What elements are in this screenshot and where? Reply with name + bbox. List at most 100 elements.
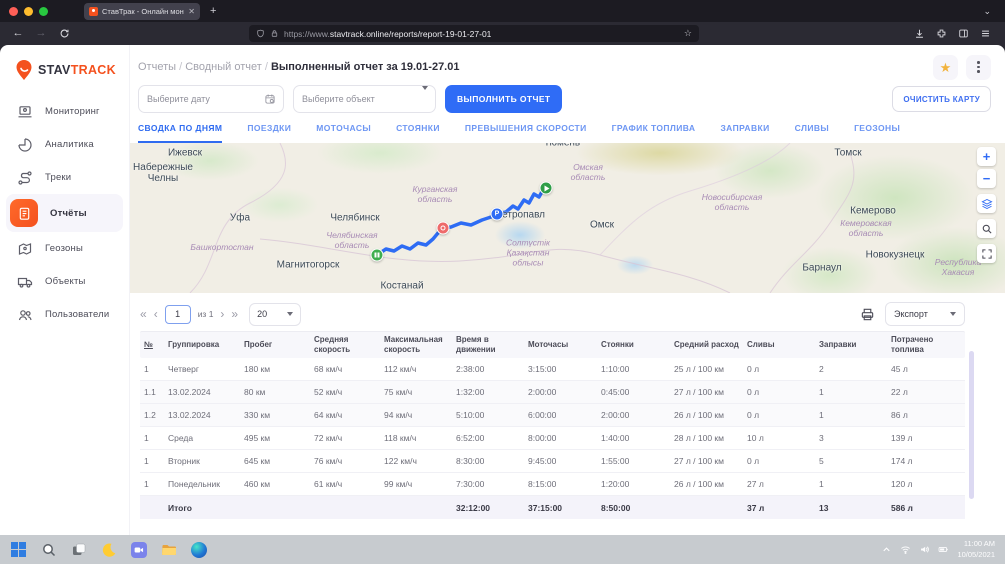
battery-icon[interactable]	[938, 544, 949, 555]
table-row[interactable]: 1Понедельник460 км61 км/ч99 км/ч7:30:008…	[140, 473, 965, 496]
table-cell: 1:40:00	[597, 433, 670, 443]
table-scrollbar[interactable]	[969, 351, 974, 499]
zoom-in-button[interactable]: +	[977, 147, 996, 166]
run-report-button[interactable]: ВЫПОЛНИТЬ ОТЧЕТ	[445, 85, 562, 113]
table-cell: 1	[140, 456, 164, 466]
taskbar-icons	[10, 541, 207, 558]
chat-icon[interactable]	[130, 541, 147, 558]
table-cell: 174 л	[887, 456, 965, 466]
downloads-icon[interactable]	[914, 28, 925, 39]
marker-stop[interactable]	[437, 222, 450, 235]
edge-icon[interactable]	[190, 541, 207, 558]
clock[interactable]: 11:00 AM 10/05/2021	[957, 539, 995, 559]
sidebar-item-geozones[interactable]: Геозоны	[0, 232, 129, 265]
page-size-select[interactable]: 20	[249, 303, 301, 326]
tab-график-топлива[interactable]: ГРАФИК ТОПЛИВА	[612, 123, 696, 143]
header-actions: ★	[933, 55, 991, 80]
minimize-window-button[interactable]	[24, 7, 33, 16]
tab-сводка-по-дням[interactable]: СВОДКА ПО ДНЯМ	[138, 123, 222, 143]
file-explorer-icon[interactable]	[160, 541, 177, 558]
column-header: Сливы	[743, 337, 815, 353]
start-icon[interactable]	[10, 541, 27, 558]
next-page-button[interactable]: ›	[220, 308, 224, 320]
map[interactable]: ИжевскНабережные ЧелныУфаЧелябинскМагнит…	[130, 143, 1005, 293]
volume-icon[interactable]	[919, 544, 930, 555]
map-search-button[interactable]	[977, 219, 996, 238]
more-options-button[interactable]	[966, 55, 991, 80]
chevron-up-icon[interactable]	[881, 544, 892, 555]
print-button[interactable]	[860, 307, 875, 322]
tab-list-chevron-icon[interactable]: ⌄	[983, 6, 991, 17]
marker-pause[interactable]	[371, 249, 384, 262]
table-cell: 76 км/ч	[310, 456, 380, 466]
last-page-button[interactable]: »	[231, 308, 238, 320]
zoom-out-button[interactable]: −	[977, 169, 996, 188]
layers-button[interactable]	[977, 194, 996, 213]
close-tab-icon[interactable]: ✕	[188, 7, 195, 16]
favorite-report-button[interactable]: ★	[933, 55, 958, 80]
fullscreen-button[interactable]	[977, 244, 996, 263]
table-cell: 28 л / 100 км	[670, 433, 743, 443]
sidebar-item-monitoring[interactable]: Мониторинг	[0, 95, 129, 128]
url-bar[interactable]: https://www.stavtrack.online/reports/rep…	[249, 25, 699, 42]
table-cell: 10 л	[743, 433, 815, 443]
table-cell: 0:45:00	[597, 387, 670, 397]
tab-поездки[interactable]: ПОЕЗДКИ	[247, 123, 291, 143]
table-total-row: Итого32:12:0037:15:008:50:0037 л13586 л	[140, 496, 965, 519]
night-light-icon[interactable]	[100, 541, 117, 558]
reload-button[interactable]	[56, 28, 72, 39]
sidebar: STAVTRACK МониторингАналитикаТрекиОтчёты…	[0, 45, 130, 535]
table-row[interactable]: 1Вторник645 км76 км/ч122 км/ч8:30:009:45…	[140, 450, 965, 473]
tab-превышения-скорости[interactable]: ПРЕВЫШЕНИЯ СКОРОСТИ	[465, 123, 587, 143]
tab-стоянки[interactable]: СТОЯНКИ	[396, 123, 440, 143]
wifi-icon[interactable]	[900, 544, 911, 555]
objects-icon	[16, 273, 33, 290]
object-select[interactable]	[293, 85, 436, 113]
search-icon[interactable]	[40, 541, 57, 558]
table-row[interactable]: 1.213.02.2024330 км64 км/ч94 км/ч5:10:00…	[140, 404, 965, 427]
table-cell: 99 км/ч	[380, 479, 452, 489]
sidebar-item-objects[interactable]: Объекты	[0, 265, 129, 298]
clear-map-button[interactable]: ОЧИСТИТЬ КАРТУ	[892, 86, 991, 112]
table-row[interactable]: 1Четверг180 км68 км/ч112 км/ч2:38:003:15…	[140, 358, 965, 381]
menu-icon[interactable]	[980, 28, 991, 39]
close-window-button[interactable]	[9, 7, 18, 16]
first-page-button[interactable]: «	[140, 308, 147, 320]
marker-play[interactable]	[540, 182, 553, 195]
layers-icon	[981, 198, 993, 210]
back-button[interactable]: ←	[10, 28, 26, 39]
taskbar: 11:00 AM 10/05/2021	[0, 535, 1005, 564]
object-input[interactable]	[294, 94, 435, 104]
bookmark-star-icon[interactable]: ☆	[684, 28, 692, 39]
sidebar-item-tracks[interactable]: Треки	[0, 161, 129, 194]
sidebar-item-reports[interactable]: Отчёты	[6, 194, 123, 232]
export-select[interactable]: Экспорт	[885, 302, 965, 326]
sidebar-item-label: Пользователи	[45, 309, 109, 320]
task-view-icon[interactable]	[70, 541, 87, 558]
table-cell: 460 км	[240, 479, 310, 489]
sidebar-item-users[interactable]: Пользователи	[0, 298, 129, 331]
table-row[interactable]: 1Среда495 км72 км/ч118 км/ч6:52:008:00:0…	[140, 427, 965, 450]
date-input[interactable]	[139, 94, 283, 104]
page-number-input[interactable]: 1	[165, 305, 191, 324]
table-row[interactable]: 1.113.02.202480 км52 км/ч75 км/ч1:32:002…	[140, 381, 965, 404]
forward-button[interactable]: →	[33, 28, 49, 39]
browser-tab[interactable]: СтавТрак - Онлайн мониторинг ✕	[84, 3, 200, 20]
marker-parking[interactable]: P	[491, 208, 504, 221]
table-header-row: №ГруппировкаПробегСредняя скоростьМаксим…	[140, 331, 965, 358]
sidebar-item-analytics[interactable]: Аналитика	[0, 128, 129, 161]
chevron-down-icon	[287, 312, 293, 316]
maximize-window-button[interactable]	[39, 7, 48, 16]
tab-геозоны[interactable]: ГЕОЗОНЫ	[854, 123, 900, 143]
new-tab-button[interactable]: +	[210, 5, 216, 17]
prev-page-button[interactable]: ‹	[154, 308, 158, 320]
sidebar-item-label: Треки	[45, 172, 71, 183]
browser-tab-title: СтавТрак - Онлайн мониторинг	[102, 7, 184, 16]
page-count-label: из 1	[198, 309, 214, 319]
date-picker[interactable]	[138, 85, 284, 113]
tab-моточасы[interactable]: МОТОЧАСЫ	[316, 123, 371, 143]
sidebar-toggle-icon[interactable]	[958, 28, 969, 39]
extensions-icon[interactable]	[936, 28, 947, 39]
tab-заправки[interactable]: ЗАПРАВКИ	[720, 123, 769, 143]
tab-сливы[interactable]: СЛИВЫ	[795, 123, 829, 143]
